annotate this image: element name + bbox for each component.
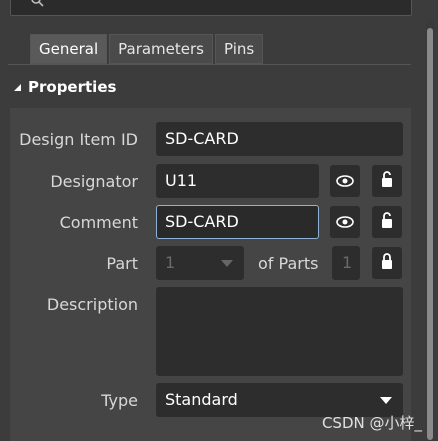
comment-lock-button[interactable] (372, 206, 402, 238)
chevron-down-icon (221, 260, 233, 267)
tab-pins[interactable]: Pins (214, 34, 264, 64)
tab-parameters[interactable]: Parameters (109, 34, 213, 64)
search-input[interactable] (10, 0, 412, 16)
unlock-icon (380, 211, 394, 233)
designator-lock-button[interactable] (372, 165, 402, 197)
tab-general[interactable]: General (30, 34, 108, 64)
parts-count-field: 1 (332, 246, 360, 280)
tab-bar: General Parameters Pins (30, 34, 264, 64)
comment-label: Comment (59, 213, 138, 232)
scrollbar-thumb[interactable] (427, 28, 433, 440)
search-icon (31, 0, 45, 14)
description-field[interactable] (156, 287, 403, 376)
designator-label: Designator (50, 172, 138, 191)
eye-icon (336, 172, 354, 191)
design-item-id-label: Design Item ID (19, 130, 138, 149)
comment-field[interactable]: SD-CARD (156, 205, 319, 239)
type-label: Type (101, 391, 138, 410)
chevron-down-icon (380, 397, 392, 404)
description-label: Description (46, 295, 138, 314)
collapse-triangle-icon (14, 78, 22, 96)
of-parts-label: of Parts (258, 254, 319, 273)
type-value: Standard (165, 390, 238, 409)
unlock-icon (380, 170, 394, 192)
designator-field[interactable]: U11 (156, 164, 319, 198)
tabs-divider (8, 64, 411, 65)
lock-icon (380, 252, 394, 274)
watermark: CSDN @小梓_ (321, 414, 422, 432)
comment-visibility-button[interactable] (330, 206, 360, 238)
part-label: Part (106, 254, 138, 273)
designator-visibility-button[interactable] (330, 165, 360, 197)
vertical-scrollbar[interactable] (426, 20, 434, 441)
properties-header[interactable]: Properties (14, 78, 116, 96)
part-dropdown[interactable]: 1 (156, 246, 244, 280)
section-title: Properties (28, 78, 117, 96)
part-value: 1 (165, 253, 176, 272)
eye-icon (336, 213, 354, 232)
design-item-id-field[interactable]: SD-CARD (156, 122, 403, 156)
part-lock-button[interactable] (372, 247, 402, 279)
